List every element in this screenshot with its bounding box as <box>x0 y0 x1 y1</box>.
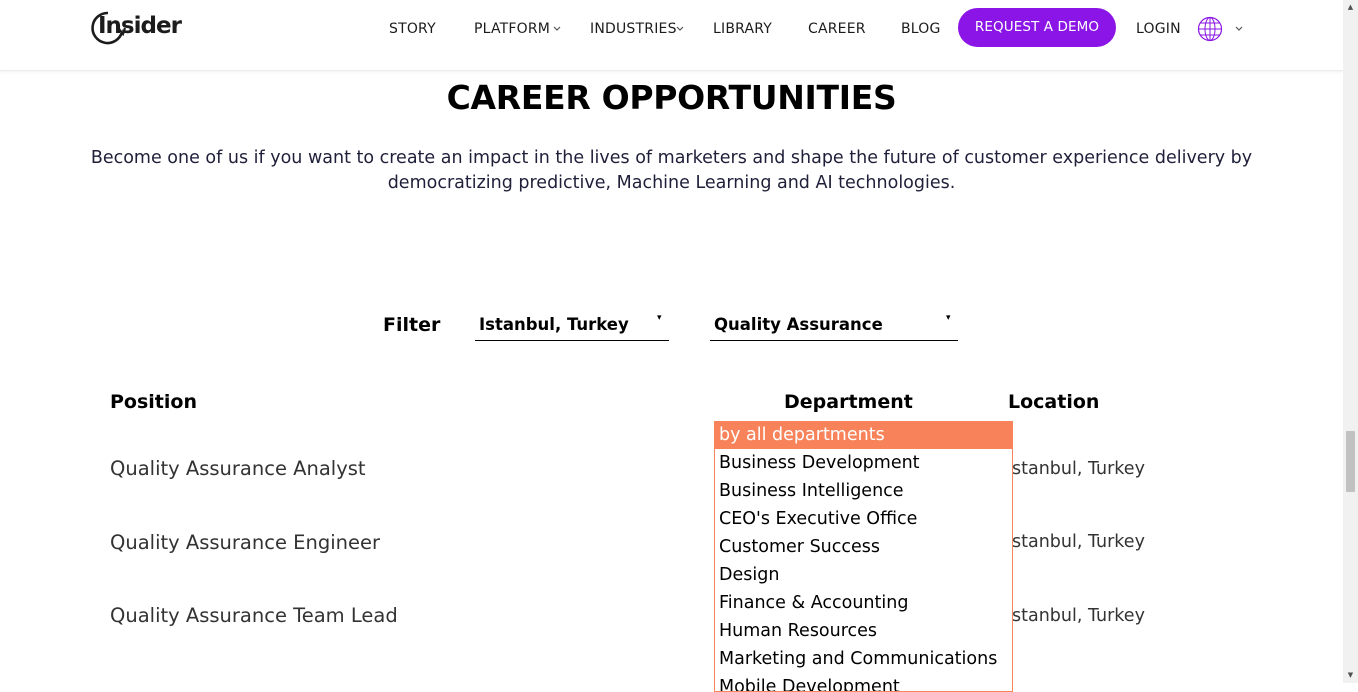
department-option[interactable]: Marketing and Communications <box>715 645 1012 673</box>
department-dropdown-list[interactable]: by all departments Business Development … <box>714 421 1013 692</box>
chevron-down-icon[interactable] <box>1235 26 1243 32</box>
job-position[interactable]: Quality Assurance Analyst <box>110 457 366 480</box>
department-option[interactable]: Design <box>715 561 1012 589</box>
scrollbar-thumb[interactable] <box>1346 431 1355 492</box>
page-title: CAREER OPPORTUNITIES <box>446 78 897 117</box>
login-link[interactable]: LOGIN <box>1136 21 1181 37</box>
department-option[interactable]: Customer Success <box>715 533 1012 561</box>
department-option[interactable]: CEO's Executive Office <box>715 505 1012 533</box>
job-location: stanbul, Turkey <box>1012 459 1145 479</box>
logo-text[interactable]: Insider <box>98 13 182 39</box>
nav-platform[interactable]: PLATFORM <box>474 21 550 37</box>
location-header: Location <box>1008 391 1100 413</box>
department-select-value: Quality Assurance <box>714 315 883 334</box>
department-option[interactable]: Business Development <box>715 449 1012 477</box>
scroll-up-icon[interactable]: ▲ <box>1346 2 1355 12</box>
chevron-down-icon[interactable] <box>676 26 684 32</box>
job-location: stanbul, Turkey <box>1012 606 1145 626</box>
department-option[interactable]: Human Resources <box>715 617 1012 645</box>
filter-label: Filter <box>383 314 441 336</box>
job-location: stanbul, Turkey <box>1012 532 1145 552</box>
nav-career[interactable]: CAREER <box>808 21 866 37</box>
department-select[interactable]: Quality Assurance ▾ <box>710 308 958 341</box>
scroll-down-icon[interactable]: ▼ <box>1346 670 1355 680</box>
position-header: Position <box>110 391 197 413</box>
department-option[interactable]: Finance & Accounting <box>715 589 1012 617</box>
job-position[interactable]: Quality Assurance Team Lead <box>110 604 398 627</box>
site-header: Insider STORY PLATFORM INDUSTRIES LIBRAR… <box>0 0 1343 71</box>
globe-icon[interactable] <box>1197 16 1223 42</box>
chevron-down-icon[interactable] <box>553 26 561 32</box>
request-demo-button[interactable]: REQUEST A DEMO <box>958 8 1116 47</box>
nav-blog[interactable]: BLOG <box>901 21 941 37</box>
job-position[interactable]: Quality Assurance Engineer <box>110 531 380 554</box>
department-option[interactable]: by all departments <box>715 421 1012 449</box>
dropdown-arrow-icon: ▾ <box>946 313 951 323</box>
nav-story[interactable]: STORY <box>389 21 436 37</box>
location-select-value: Istanbul, Turkey <box>479 315 629 334</box>
dropdown-arrow-icon: ▾ <box>657 313 662 323</box>
nav-library[interactable]: LIBRARY <box>713 21 772 37</box>
page-scrollbar[interactable] <box>1343 0 1358 683</box>
department-header: Department <box>784 391 913 413</box>
page-subtitle: Become one of us if you want to create a… <box>90 148 1253 193</box>
department-option[interactable]: Business Intelligence <box>715 477 1012 505</box>
location-select[interactable]: Istanbul, Turkey ▾ <box>475 308 669 341</box>
nav-industries[interactable]: INDUSTRIES <box>590 21 677 37</box>
